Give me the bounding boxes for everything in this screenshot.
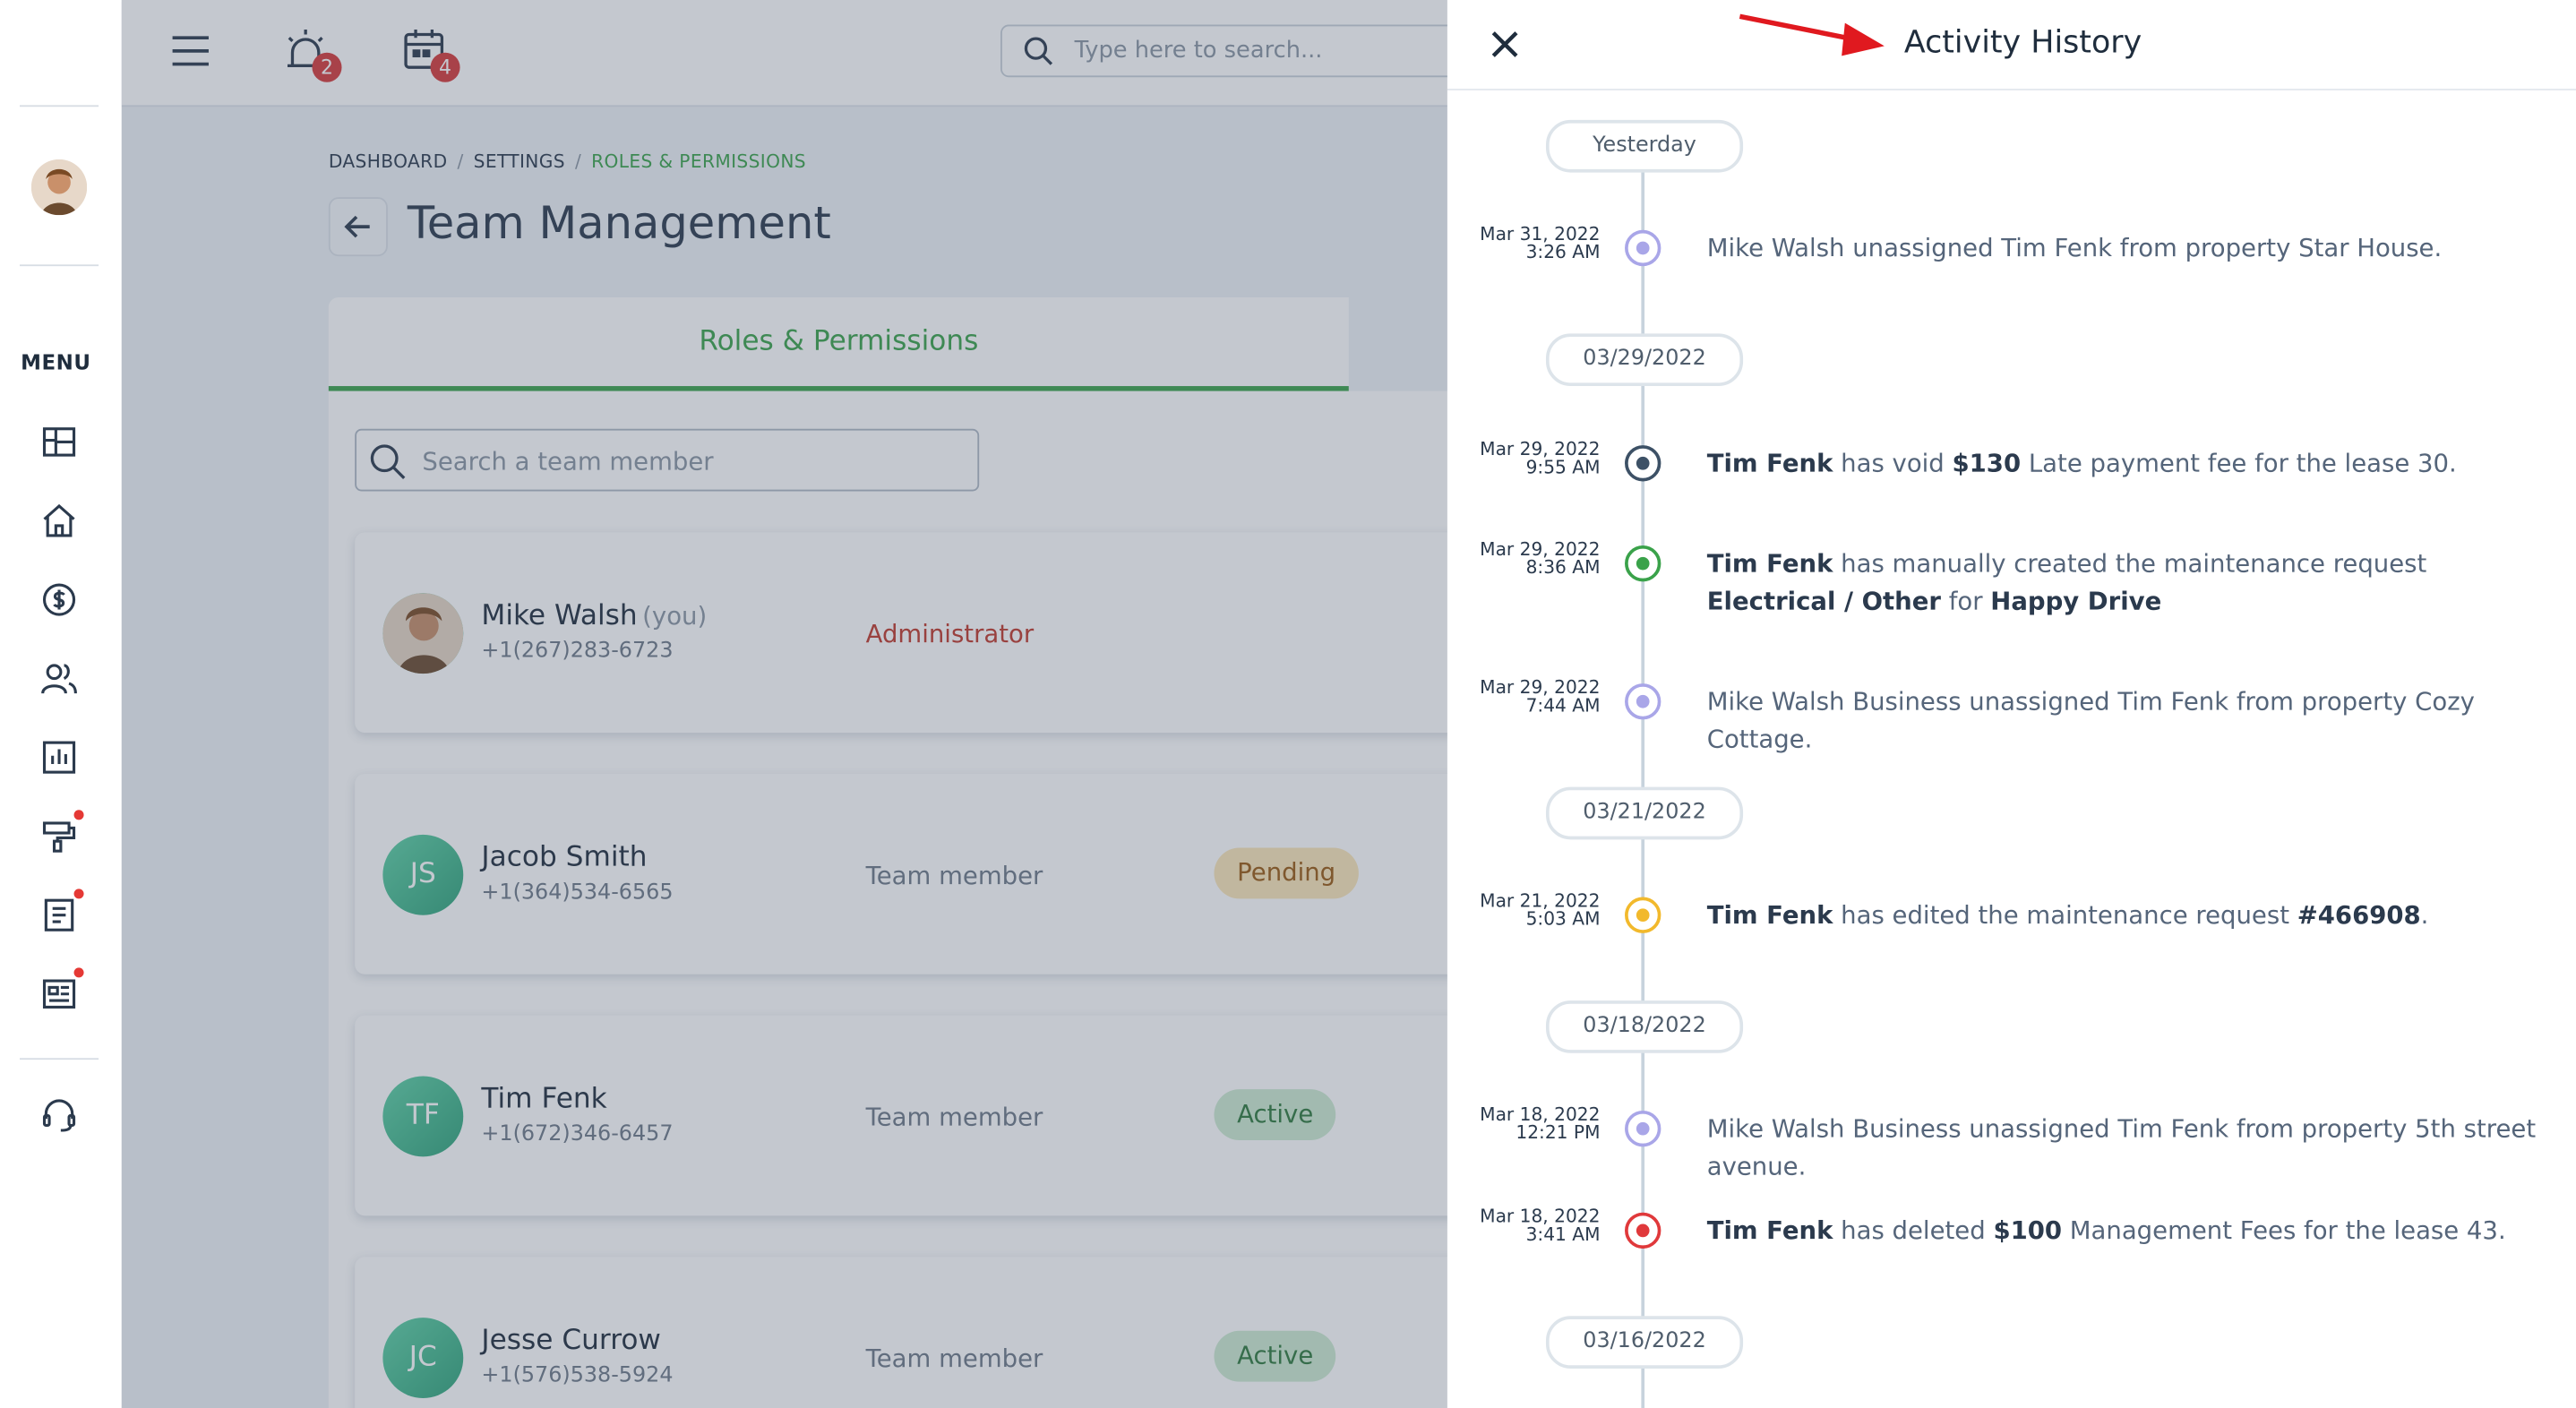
- date-group-pill: 03/16/2022: [1545, 1316, 1744, 1369]
- timeline-node: [1625, 445, 1662, 482]
- close-icon[interactable]: [1487, 26, 1523, 62]
- event-text: Mike Walsh Business unassigned Tim Fenk …: [1706, 1113, 2537, 1181]
- timeline-node: [1625, 545, 1662, 582]
- menu-label: MENU: [21, 349, 91, 375]
- event-timestamp: Mar 21, 2022 5:03 AM: [1480, 890, 1601, 931]
- event-timestamp: Mar 29, 2022 7:44 AM: [1480, 676, 1601, 717]
- timeline-node: [1625, 229, 1662, 267]
- home-icon[interactable]: [39, 501, 79, 540]
- left-sidebar: MENU: [0, 0, 122, 1408]
- date-group-pill: Yesterday: [1545, 119, 1744, 173]
- notification-dot: [73, 967, 84, 978]
- dashboard-icon[interactable]: [39, 422, 79, 461]
- modal-overlay[interactable]: [121, 0, 1447, 1408]
- date-group-pill: 03/29/2022: [1545, 333, 1744, 387]
- timeline-node: [1625, 1212, 1662, 1249]
- documents-icon[interactable]: [39, 896, 79, 935]
- event-text: Tim Fenk has deleted $100 Management Fee…: [1706, 1215, 2506, 1246]
- red-arrow-annotation: [1739, 13, 1885, 56]
- sidebar-divider: [20, 105, 99, 107]
- event-timestamp: Mar 29, 2022 9:55 AM: [1480, 438, 1601, 478]
- notification-dot: [73, 810, 84, 820]
- event-text: Tim Fenk has edited the maintenance requ…: [1706, 900, 2429, 931]
- event-text: Mike Walsh Business unassigned Tim Fenk …: [1706, 686, 2475, 754]
- date-group-pill: 03/21/2022: [1545, 786, 1744, 840]
- people-icon[interactable]: [39, 659, 79, 699]
- activity-history-drawer: Activity History Yesterday 03/29/2022 03/2…: [1447, 0, 2576, 1408]
- event-text: Tim Fenk has manually created the mainte…: [1706, 548, 2427, 616]
- report-icon[interactable]: [39, 738, 79, 777]
- maintenance-icon[interactable]: [39, 817, 79, 856]
- timeline-node: [1625, 897, 1662, 933]
- user-avatar[interactable]: [30, 159, 88, 216]
- drawer-title: Activity History: [1903, 24, 2142, 61]
- support-icon[interactable]: [39, 1095, 79, 1135]
- event-text: Mike Walsh unassigned Tim Fenk from prop…: [1706, 233, 2443, 263]
- date-group-pill: 03/18/2022: [1545, 1000, 1744, 1053]
- event-timestamp: Mar 29, 2022 8:36 AM: [1480, 538, 1601, 579]
- event-timestamp: Mar 18, 2022 3:41 AM: [1480, 1206, 1601, 1246]
- event-timestamp: Mar 31, 2022 3:26 AM: [1480, 223, 1601, 263]
- event-text: Tim Fenk has void $130 Late payment fee …: [1706, 448, 2457, 478]
- event-timestamp: Mar 18, 2022 12:21 PM: [1480, 1103, 1601, 1144]
- drawer-header: Activity History: [1447, 0, 2576, 90]
- timeline-node: [1625, 1110, 1662, 1147]
- timeline-node: [1625, 683, 1662, 720]
- sidebar-divider: [20, 264, 99, 267]
- sidebar-divider: [20, 1058, 99, 1060]
- notification-dot: [73, 889, 84, 899]
- news-icon[interactable]: [39, 974, 79, 1014]
- dollar-icon[interactable]: [39, 580, 79, 620]
